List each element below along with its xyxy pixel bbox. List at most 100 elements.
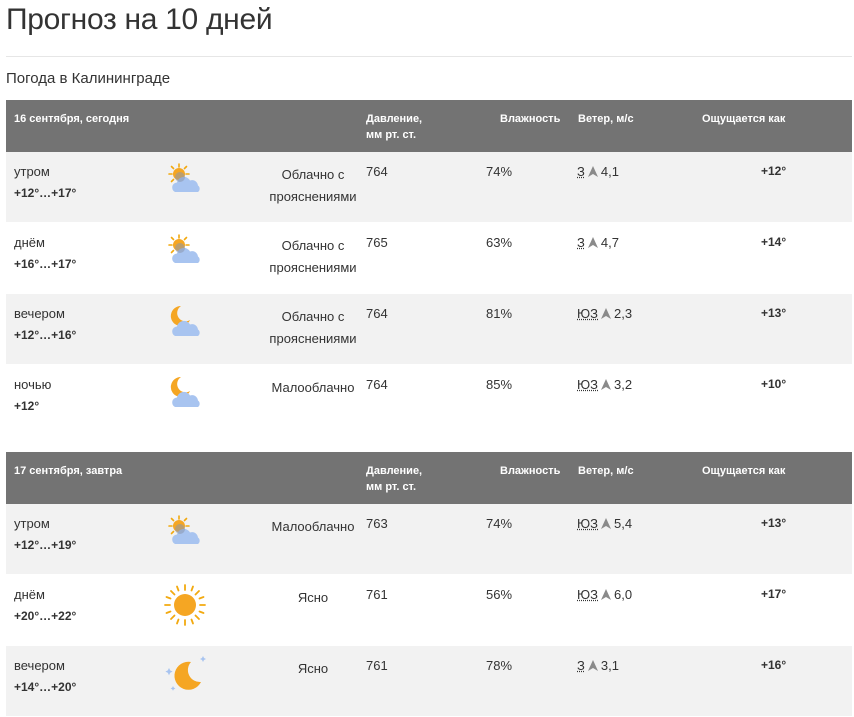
humidity-value: 78% (486, 658, 513, 673)
humidity-value: 74% (486, 164, 513, 179)
feels-like-value: +13° (761, 306, 787, 320)
header-pressure: Давление, мм рт. ст. (366, 113, 423, 141)
pressure-value: 761 (366, 587, 388, 602)
day-block: 16 сентября, сегодня Давление, мм рт. ст.… (6, 100, 852, 436)
feels-like-value: +14° (761, 235, 787, 249)
pressure-value: 764 (366, 164, 388, 179)
header-wind: Ветер, м/с (578, 113, 634, 125)
condition-text: Облачно с прояснениями (269, 167, 357, 204)
humidity-value: 63% (486, 235, 513, 250)
page-title: Прогноз на 10 дней (6, 3, 273, 36)
period-label: днём (14, 587, 45, 602)
wind-value: З 4,1 (577, 164, 619, 179)
wind-arrow-icon (587, 236, 598, 248)
condition-text: Малооблачно (271, 519, 355, 534)
wind-speed: 5,4 (614, 516, 633, 531)
pressure-value: 764 (366, 377, 388, 392)
forecast-row: утром +12°…+17° Облачно с прояснениями 76… (6, 152, 852, 223)
temperature-range: +12°…+19° (14, 538, 77, 552)
day-header: 17 сентября, завтра Давление, мм рт. ст. … (6, 452, 852, 504)
feels-like-value: +17° (761, 587, 787, 601)
humidity-value: 56% (486, 587, 513, 602)
temperature-range: +12°…+17° (14, 186, 77, 200)
wind-direction[interactable]: З (577, 164, 585, 179)
pressure-value: 765 (366, 235, 388, 250)
forecast-row: ночью +12° Малооблачно 764 85% ЮЗ 3,2 +1… (6, 365, 852, 436)
partly-cloudy-day-icon (161, 510, 209, 558)
location-label: Погода в Калининграде (6, 70, 171, 87)
divider (6, 56, 852, 57)
wind-direction[interactable]: З (577, 235, 585, 250)
condition-text: Малооблачно (271, 380, 355, 395)
condition-text: Ясно (297, 590, 329, 605)
wind-speed: 3,1 (600, 658, 619, 673)
period-label: ночью (14, 377, 52, 392)
header-wind: Ветер, м/с (578, 465, 634, 477)
period-label: утром (14, 516, 50, 531)
condition-text: Облачно с прояснениями (269, 309, 357, 346)
partly-cloudy-night-icon (161, 371, 209, 419)
partly-cloudy-day-icon (161, 158, 209, 206)
wind-arrow-icon (601, 378, 611, 390)
wind-direction[interactable]: ЮЗ (577, 306, 598, 321)
wind-arrow-icon (601, 588, 611, 600)
humidity-value: 81% (486, 306, 513, 321)
condition-text: Облачно с прояснениями (269, 238, 357, 275)
wind-value: З 3,1 (577, 658, 619, 673)
pressure-value: 763 (366, 516, 388, 531)
header-feels: Ощущается как (702, 465, 786, 477)
period-label: вечером (14, 306, 65, 321)
feels-like-value: +13° (761, 516, 787, 530)
header-feels: Ощущается как (702, 113, 786, 125)
wind-value: ЮЗ 6,0 (577, 587, 632, 602)
header-pressure: Давление, мм рт. ст. (366, 465, 423, 493)
wind-value: ЮЗ 2,3 (577, 306, 632, 321)
header-humidity: Влажность (500, 465, 561, 477)
period-label: вечером (14, 658, 65, 673)
forecast-row: вечером +12°…+16° Облачно с прояснениями … (6, 294, 852, 365)
header-humidity: Влажность (500, 113, 561, 125)
humidity-value: 74% (486, 516, 513, 531)
period-label: утром (14, 164, 50, 179)
day-block: 17 сентября, завтра Давление, мм рт. ст. … (6, 452, 852, 717)
partly-cloudy-night-icon (161, 300, 209, 348)
wind-direction[interactable]: ЮЗ (577, 516, 598, 531)
wind-arrow-icon (601, 517, 611, 529)
temperature-range: +14°…+20° (14, 680, 77, 694)
forecast-row: утром +12°…+19° Малооблачно 763 74% ЮЗ 5… (6, 504, 852, 575)
temperature-range: +12°…+16° (14, 328, 77, 342)
forecast-row: днём +20°…+22° Ясно 761 56% ЮЗ 6,0 +17° (6, 575, 852, 646)
forecast-row: днём +16°…+17° Облачно с прояснениями 765… (6, 223, 852, 294)
clear-night-icon (161, 652, 209, 700)
day-date: 16 сентября, сегодня (14, 113, 130, 125)
wind-speed: 2,3 (614, 306, 633, 321)
forecast-row: вечером +14°…+20° Ясно 761 78% З 3,1 +16… (6, 646, 852, 717)
period-label: днём (14, 235, 45, 250)
wind-direction[interactable]: ЮЗ (577, 587, 598, 602)
wind-value: ЮЗ 5,4 (577, 516, 632, 531)
wind-speed: 4,7 (600, 235, 619, 250)
feels-like-value: +10° (761, 377, 787, 391)
wind-arrow-icon (587, 659, 598, 671)
day-header: 16 сентября, сегодня Давление, мм рт. ст.… (6, 100, 852, 152)
wind-speed: 3,2 (614, 377, 633, 392)
wind-value: З 4,7 (577, 235, 619, 250)
wind-direction[interactable]: ЮЗ (577, 377, 598, 392)
feels-like-value: +12° (761, 164, 787, 178)
temperature-range: +20°…+22° (14, 609, 77, 623)
humidity-value: 85% (486, 377, 513, 392)
wind-value: ЮЗ 3,2 (577, 377, 632, 392)
wind-direction[interactable]: З (577, 658, 585, 673)
wind-arrow-icon (601, 307, 611, 319)
temperature-range: +16°…+17° (14, 257, 77, 271)
pressure-value: 764 (366, 306, 388, 321)
wind-speed: 6,0 (614, 587, 633, 602)
wind-speed: 4,1 (600, 164, 619, 179)
temperature-range: +12° (14, 399, 40, 413)
sun-icon (161, 581, 209, 629)
wind-arrow-icon (587, 165, 598, 177)
partly-cloudy-day-icon (161, 229, 209, 277)
condition-text: Ясно (297, 661, 329, 676)
day-date: 17 сентября, завтра (14, 465, 123, 477)
feels-like-value: +16° (761, 658, 787, 672)
